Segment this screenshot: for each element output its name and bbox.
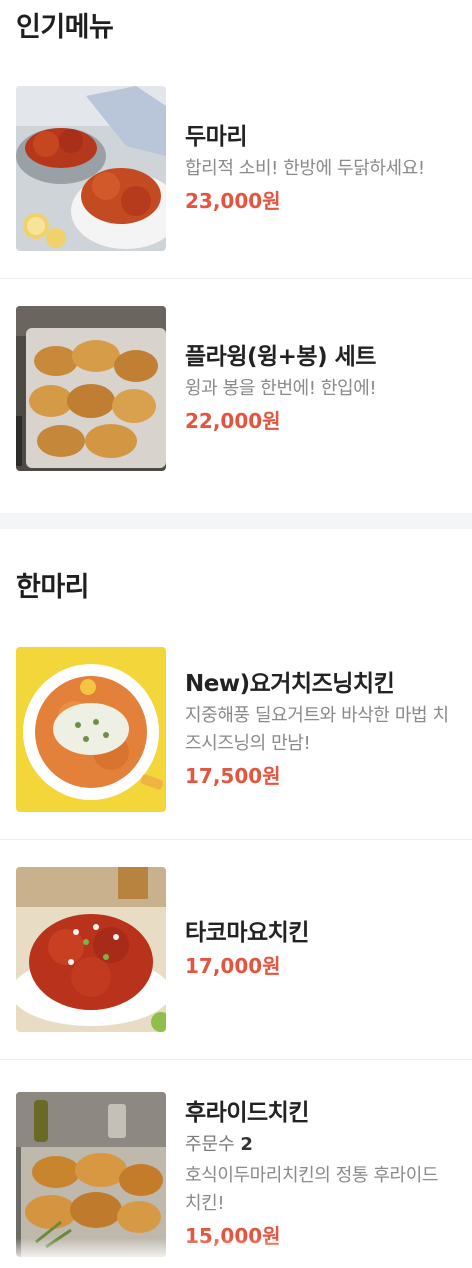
menu-item-desc: 지중해풍 딜요거트와 바삭한 마법 치즈시즈닝의 만남! [185,704,449,754]
popular-menu-section: 인기메뉴 두마리 합리적 소비! 한방에 두닭하세요! 23,000원 플라윙(… [0,0,472,513]
menu-item-name: 후라이드치킨 [185,1100,309,1126]
menu-item-name: 두마리 [185,123,247,150]
menu-item-fried-chicken[interactable]: 후라이드치킨 주문수 2 호식이두마리치킨의 정통 후라이드 치킨! 15,00… [0,1060,472,1260]
menu-item-price: 17,500원 [185,763,281,788]
menu-item-taco-mayo-chicken[interactable]: 타코마요치킨 17,000원 [0,840,472,1060]
menu-item-name: 플라윙(윙+봉) 세트 [185,344,376,370]
order-count-value: 2 [240,1134,253,1155]
taco-mayo-chicken-icon [16,866,166,1032]
menu-item-yogurt-cheese-chicken[interactable]: New)요거치즈닝치킨 지중해풍 딜요거트와 바삭한 마법 치즈시즈닝의 만남!… [0,646,472,840]
menu-item-price: 23,000원 [185,188,281,213]
menu-item-price: 22,000원 [185,409,281,433]
section-title-popular: 인기메뉴 [16,12,114,43]
order-count-label: 주문수 [185,1134,235,1155]
menu-item-name: 타코마요치킨 [185,920,309,946]
menu-item-info: 두마리 합리적 소비! 한방에 두닭하세요! 23,000원 [185,122,425,215]
order-count: 주문수 2 [185,1131,455,1159]
menu-item-price: 15,000원 [185,1224,281,1248]
menu-item-desc: 호식이두마리치킨의 정통 후라이드 치킨! [185,1165,439,1214]
menu-item-dumari[interactable]: 두마리 합리적 소비! 한방에 두닭하세요! 23,000원 [0,85,472,279]
section-divider [0,513,472,529]
menu-item-info: New)요거치즈닝치킨 지중해풍 딜요거트와 바삭한 마법 치즈시즈닝의 만남!… [185,669,455,790]
menu-item-info: 타코마요치킨 17,000원 [185,918,309,980]
menu-item-plawing-set[interactable]: 플라윙(윙+봉) 세트 윙과 봉을 한번에! 한입에! 22,000원 [0,279,472,513]
menu-item-info: 플라윙(윙+봉) 세트 윙과 봉을 한번에! 한입에! 22,000원 [185,342,377,435]
section-title-single: 한마리 [16,572,90,603]
menu-item-desc: 윙과 봉을 한번에! 한입에! [185,378,377,399]
menu-item-name: New)요거치즈닝치킨 [185,670,395,697]
chicken-wings-icon [16,306,166,471]
single-chicken-section: 한마리 New)요거치즈닝치킨 지중해풍 딜요거트와 바삭한 마법 치즈시즈닝의… [0,529,472,1260]
menu-item-info: 후라이드치킨 주문수 2 호식이두마리치킨의 정통 후라이드 치킨! 15,00… [185,1098,455,1250]
yogurt-chicken-icon [16,646,166,812]
fried-chicken-platter-icon [16,85,166,251]
fried-chicken-icon [16,1091,166,1257]
menu-item-desc: 합리적 소비! 한방에 두닭하세요! [185,157,425,179]
menu-item-price: 17,000원 [185,954,281,978]
